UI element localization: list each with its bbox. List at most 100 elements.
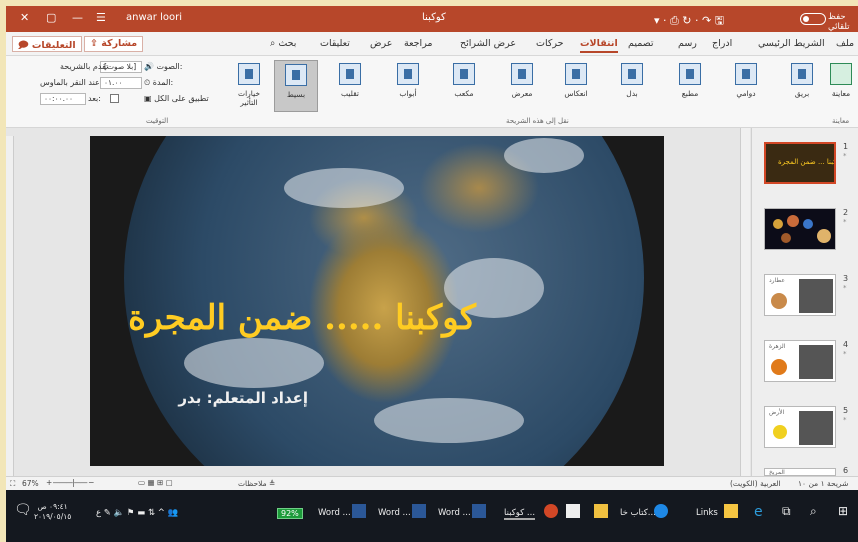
transition-cube[interactable]: مكعب <box>446 60 482 112</box>
clock[interactable]: ٠٩:٤١ ص ٢٠١٩/٠٥/١٥ <box>34 502 71 522</box>
folder-icon[interactable] <box>724 504 738 518</box>
thumbnail-2[interactable] <box>764 208 836 250</box>
tab-insert[interactable]: ادراج <box>712 38 732 49</box>
tab-animations[interactable]: حركات <box>536 38 563 49</box>
duration-label: ⏲ المدة: <box>144 78 174 87</box>
text-block <box>799 279 833 313</box>
battery-indicator[interactable]: 92% <box>277 508 303 519</box>
minimize-icon[interactable]: — <box>72 11 83 24</box>
thumbnail-1[interactable]: كوكبنا ... ضمن المجرة <box>764 142 836 184</box>
edge-icon[interactable]: e <box>754 504 763 520</box>
comments-button[interactable]: 🗩 التعليقات <box>12 36 82 52</box>
taskbar-app-powerpoint[interactable]: كوكبنا ... <box>504 508 536 520</box>
transition-simple[interactable]: بسيط <box>274 60 318 112</box>
thumbnail-1-number: 1 <box>843 142 849 151</box>
word-icon <box>352 504 366 518</box>
thumbnail-6[interactable]: المريخ <box>764 468 836 476</box>
apply-all-button[interactable]: ▣ تطبيق على الكل <box>144 94 209 103</box>
links-toolbar[interactable]: Links <box>696 508 718 518</box>
tab-slideshow[interactable]: عرض الشرائح <box>460 38 516 49</box>
on-click-checkbox[interactable] <box>110 94 119 103</box>
thumbnail-3[interactable]: عطارد <box>764 274 836 316</box>
transition-switch[interactable]: بدل <box>614 60 650 112</box>
tab-review[interactable]: مراجعة <box>404 38 433 49</box>
ribbon-display-icon[interactable]: ☰ <box>96 11 106 24</box>
tab-transitions[interactable]: انتقالات <box>580 38 618 53</box>
quick-access-icons[interactable]: ▾ · ⎙ ↻ · ↷ 🖫 <box>654 12 724 31</box>
store-icon[interactable] <box>594 504 608 518</box>
notification-icon[interactable]: 🗨 <box>14 502 32 518</box>
transition-simple-icon <box>285 64 307 86</box>
taskbar-app-book[interactable]: كتاب خا... <box>620 508 656 518</box>
thumbnail-4-number: 4 <box>843 340 849 349</box>
text-block <box>799 411 833 445</box>
word-icon <box>412 504 426 518</box>
taskbar-app-word-3[interactable]: Word ... <box>438 508 471 518</box>
tab-home[interactable]: الشريط الرئيسي <box>758 38 825 49</box>
sound-label-text: الصوت: <box>156 62 183 71</box>
tab-search[interactable]: ⌕ بحث <box>270 38 296 49</box>
restore-icon[interactable]: ▢ <box>46 11 56 24</box>
tab-comments[interactable]: تعليقات <box>320 38 350 49</box>
powerpoint-icon <box>544 504 558 518</box>
apply-all-label: تطبيق على الكل <box>154 94 209 103</box>
workspace: كوكبنا ..... ضمن المجرة إعداد المتعلم: ب… <box>6 128 858 528</box>
transition-flip-label: تقليب <box>341 89 359 98</box>
transition-doors[interactable]: أبواب <box>390 60 426 112</box>
start-icon[interactable]: ⊞ <box>838 504 848 518</box>
tab-view[interactable]: عرض <box>370 38 392 49</box>
transition-shred-icon <box>679 63 701 85</box>
close-icon[interactable]: ✕ <box>20 11 29 24</box>
left-scrollbar[interactable] <box>6 136 14 476</box>
search-icon[interactable]: ⌕ <box>810 504 817 519</box>
tray-icons[interactable]: ع ✎ 🔈 ⚑ ▬ ⇅ ^ 👥 <box>96 508 178 518</box>
word-icon <box>472 504 486 518</box>
preview-button[interactable]: معاينة <box>824 60 858 112</box>
taskbar: 🗨 ٠٩:٤١ ص ٢٠١٩/٠٥/١٥ ع ✎ 🔈 ⚑ ▬ ⇅ ^ 👥 92% … <box>6 490 858 542</box>
thumbnail-5-title: الأرض <box>769 409 785 416</box>
transition-reflection[interactable]: انعكاس <box>558 60 594 112</box>
notes-button[interactable]: ملاحظات ≜ <box>238 479 275 488</box>
on-click-label: عند النقر بالماوس <box>40 78 100 87</box>
slide-subtitle[interactable]: إعداد المتعلم: بدر <box>130 389 308 407</box>
transition-vortex[interactable]: دوامي <box>728 60 764 112</box>
transition-vortex-label: دوامي <box>736 89 756 98</box>
thumbnail-5[interactable]: الأرض <box>764 406 836 448</box>
zoom-slider[interactable]: + ———|—— − <box>46 478 94 487</box>
view-buttons[interactable]: ▭ ▦ ⊞ ▢ <box>138 478 173 487</box>
after-input[interactable]: ٠٠:٠٠.٠٠ <box>40 93 86 105</box>
comment-icon: 🗩 <box>18 40 32 51</box>
slide-canvas[interactable]: كوكبنا ..... ضمن المجرة إعداد المتعلم: ب… <box>90 136 664 466</box>
fit-slide-icon[interactable]: ⛶ <box>10 479 15 489</box>
user-name[interactable]: anwar loori <box>126 12 182 23</box>
tab-design[interactable]: تصميم <box>628 38 654 49</box>
transition-cube-icon <box>453 63 475 85</box>
transition-switch-label: بدل <box>626 89 638 98</box>
taskbar-app-word-2[interactable]: Word ... <box>378 508 411 518</box>
autosave-label: حفظ تلقائي <box>828 12 850 32</box>
thumbnail-5-star: * <box>843 416 847 424</box>
tab-draw[interactable]: رسم <box>678 38 697 49</box>
transition-glitter[interactable]: بريق <box>784 60 820 112</box>
links-label: Links <box>696 508 718 518</box>
apply-all-icon: ▣ <box>144 94 155 103</box>
tab-search-label: بحث <box>278 38 297 49</box>
transition-flip[interactable]: تقليب <box>332 60 368 112</box>
thumbnail-3-number: 3 <box>843 274 849 283</box>
task-view-icon[interactable]: ⧉ <box>782 504 791 519</box>
thumbnail-4[interactable]: الزهرة <box>764 340 836 382</box>
transition-shred[interactable]: مطبع <box>672 60 708 112</box>
tab-file[interactable]: ملف <box>836 38 854 49</box>
transition-gallery[interactable]: معرض <box>504 60 540 112</box>
zoom-level[interactable]: 67% <box>22 479 39 488</box>
duration-input[interactable]: ٠١.٠٠ <box>100 77 142 89</box>
mail-icon[interactable] <box>566 504 580 518</box>
effect-options-button[interactable]: خيارات التأثير <box>232 60 266 112</box>
slide-counter: شريحة ١ من ١٠ <box>798 479 849 488</box>
taskbar-app-word-1[interactable]: Word ... <box>318 508 351 518</box>
share-button[interactable]: ⇪ مشاركة <box>84 36 144 52</box>
transition-reflection-icon <box>565 63 587 85</box>
autosave-toggle[interactable] <box>800 13 826 25</box>
slide-title[interactable]: كوكبنا ..... ضمن المجرة <box>128 298 476 338</box>
slide-scrollbar[interactable] <box>740 128 750 476</box>
